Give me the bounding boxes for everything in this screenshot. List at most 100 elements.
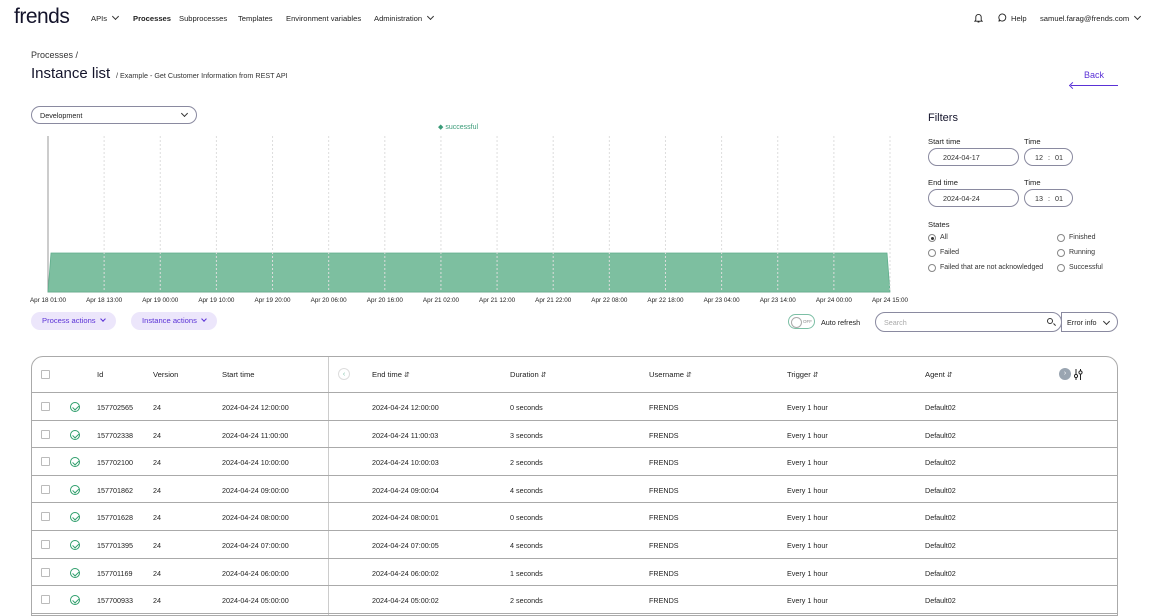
bell-icon[interactable] [974, 13, 983, 23]
start-minute[interactable]: 01 [1055, 153, 1063, 162]
chevron-down-icon [112, 12, 120, 21]
col-trigger[interactable]: Trigger ⇵ [787, 370, 819, 379]
user-menu[interactable]: samuel.farag@frends.com [1040, 12, 1142, 23]
state-running-radio[interactable] [1057, 249, 1065, 257]
col-start-time[interactable]: Start time [222, 370, 255, 379]
state-successful-label[interactable]: Successful [1069, 264, 1103, 271]
col-duration[interactable]: Duration ⇵ [510, 370, 547, 379]
process-actions-label: Process actions [42, 316, 96, 325]
back-link[interactable]: Back [1084, 70, 1104, 80]
start-date-input[interactable]: 2024-04-17 [928, 148, 1019, 166]
nav-apis[interactable]: APIs [91, 12, 120, 23]
state-running-label[interactable]: Running [1069, 249, 1095, 256]
row-checkbox[interactable] [41, 540, 50, 549]
x-tick-label: Apr 22 18:00 [647, 297, 684, 304]
x-tick-label: Apr 23 04:00 [704, 297, 741, 304]
auto-refresh-toggle[interactable]: OFF [788, 314, 815, 329]
nav-templates[interactable]: Templates [238, 14, 273, 23]
table-row[interactable]: 157701628 24 2024-04-24 08:00:00 2024-04-24… [32, 503, 1117, 531]
cell-trigger: Every 1 hour [787, 430, 828, 440]
end-hour[interactable]: 13 [1035, 194, 1043, 203]
state-successful-radio[interactable] [1057, 264, 1065, 272]
cell-trigger: Every 1 hour [787, 485, 828, 495]
row-checkbox[interactable] [41, 484, 50, 494]
search-icon[interactable] [1047, 318, 1053, 324]
table-row[interactable]: 157701862 24 2024-04-24 09:00:00 2024-04-24… [32, 476, 1117, 504]
col-version[interactable]: Version [153, 370, 178, 379]
sort-icon[interactable]: ⇵ [947, 372, 953, 379]
breadcrumb[interactable]: Processes / [31, 50, 78, 60]
cell-start: 2024-04-24 07:00:00 [222, 541, 289, 550]
table-row[interactable]: 157702100 24 2024-04-24 10:00:00 2024-04-24… [32, 448, 1117, 476]
toggle-state-text: OFF [803, 319, 812, 324]
end-time-input[interactable]: 13 : 01 [1024, 189, 1073, 207]
end-minute[interactable]: 01 [1055, 194, 1063, 203]
col-agent[interactable]: Agent ⇵ [925, 370, 953, 379]
col-username[interactable]: Username ⇵ [649, 370, 692, 379]
cell-id[interactable]: 157702100 [97, 458, 133, 467]
state-failed-unack-radio[interactable] [928, 264, 936, 272]
row-checkbox[interactable] [41, 429, 50, 439]
row-checkbox[interactable] [41, 457, 50, 467]
cell-id[interactable]: 157701862 [97, 486, 133, 495]
state-finished-radio[interactable] [1057, 234, 1065, 242]
series-successful-area [47, 252, 891, 293]
col-id[interactable]: Id [97, 370, 103, 379]
col-username-label: Username [649, 370, 685, 379]
row-checkbox[interactable] [41, 567, 50, 577]
cell-end: 2024-04-24 07:00:05 [372, 541, 439, 550]
cell-id[interactable]: 157702338 [97, 431, 133, 440]
cell-agent: Default02 [925, 485, 956, 495]
chevron-down-icon [1134, 12, 1142, 21]
help-icon[interactable] [998, 13, 1007, 22]
state-all-radio[interactable] [928, 234, 936, 242]
sort-icon[interactable]: ⇵ [813, 372, 819, 379]
scroll-left-icon[interactable]: ‹ [338, 368, 350, 380]
search-field-selected: Error info [1067, 318, 1097, 327]
process-actions-button[interactable]: Process actions [31, 312, 116, 330]
instance-table: Id Version Start time ‹ End time ⇵ Durati… [31, 356, 1118, 616]
sort-icon[interactable]: ⇵ [686, 372, 692, 379]
select-all-checkbox[interactable] [41, 370, 50, 379]
row-checkbox[interactable] [41, 512, 50, 522]
nav-environment-variables[interactable]: Environment variables [286, 14, 361, 23]
instance-actions-button[interactable]: Instance actions [131, 312, 217, 330]
cell-id[interactable]: 157700933 [97, 596, 133, 605]
table-row[interactable]: 157702338 24 2024-04-24 11:00:00 2024-04-24… [32, 421, 1117, 449]
nav-processes[interactable]: Processes [133, 14, 171, 23]
table-row[interactable]: 157701395 24 2024-04-24 07:00:00 2024-04-24… [32, 531, 1117, 559]
state-failed-label[interactable]: Failed [940, 249, 959, 256]
cell-start: 2024-04-24 06:00:00 [222, 568, 289, 578]
cell-id[interactable]: 157701169 [97, 569, 132, 578]
state-failed-unack-label[interactable]: Failed that are not acknowledged [940, 264, 1043, 271]
chevron-down-icon [201, 316, 207, 322]
nav-subprocesses[interactable]: Subprocesses [179, 14, 227, 23]
cell-end: 2024-04-24 10:00:03 [372, 458, 439, 468]
sort-icon[interactable]: ⇵ [541, 372, 547, 379]
table-row[interactable]: 157700933 24 2024-04-24 05:00:00 2024-04-24… [32, 586, 1117, 614]
start-hour[interactable]: 12 [1035, 153, 1043, 162]
cell-id[interactable]: 157702565 [97, 403, 133, 412]
row-checkbox[interactable] [41, 595, 50, 605]
col-end-time[interactable]: End time ⇵ [372, 370, 410, 379]
cell-id[interactable]: 157701628 [97, 513, 133, 522]
cell-id[interactable]: 157701395 [97, 541, 133, 550]
state-failed-radio[interactable] [928, 249, 936, 257]
search-field-select[interactable]: Error info [1061, 312, 1118, 332]
end-date-input[interactable]: 2024-04-24 [928, 189, 1019, 207]
state-all-label[interactable]: All [940, 234, 948, 241]
sort-icon[interactable]: ⇵ [404, 372, 410, 379]
scroll-right-icon[interactable]: › [1059, 368, 1071, 380]
table-row[interactable]: 157701169 24 2024-04-24 06:00:00 2024-04-24… [32, 559, 1117, 587]
start-time-input[interactable]: 12 : 01 [1024, 148, 1073, 166]
table-row[interactable]: 157702565 24 2024-04-24 12:00:00 2024-04-24… [32, 393, 1117, 421]
success-status-icon [70, 512, 80, 523]
search-input[interactable]: Search [875, 312, 1062, 332]
cell-username: FRENDS [649, 458, 679, 468]
nav-administration[interactable]: Administration [374, 12, 435, 23]
column-settings-icon[interactable] [1074, 369, 1083, 380]
frends-logo[interactable]: frends [14, 5, 70, 29]
state-finished-label[interactable]: Finished [1069, 234, 1095, 241]
help-link[interactable]: Help [1011, 14, 1027, 23]
row-checkbox[interactable] [41, 402, 50, 411]
